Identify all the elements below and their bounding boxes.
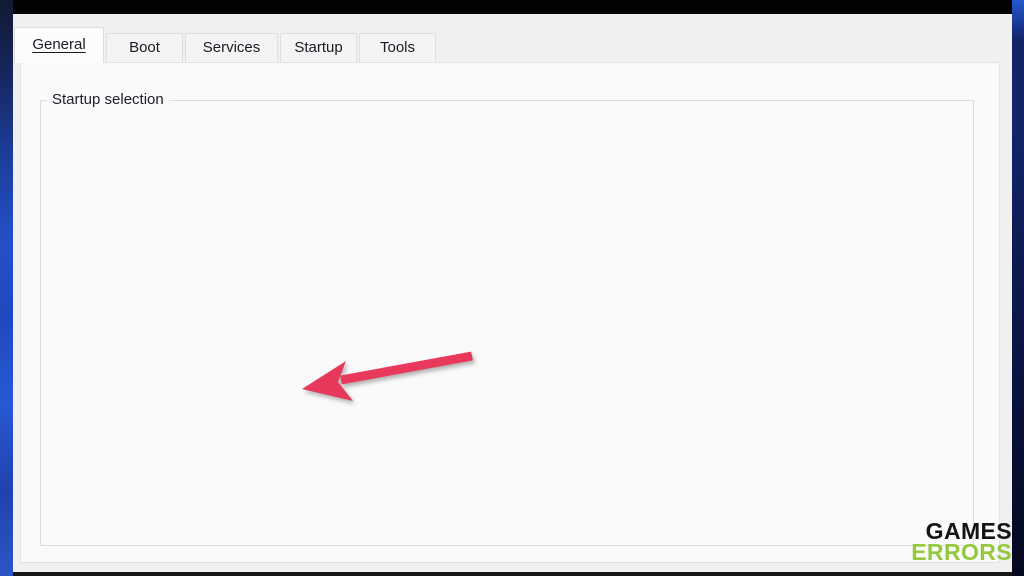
tab-general-label: General xyxy=(32,36,85,53)
tab-startup-label: Startup xyxy=(294,39,342,56)
desktop-background-left xyxy=(0,0,13,576)
tab-tools[interactable]: Tools xyxy=(359,33,436,62)
bottom-black-bar xyxy=(0,572,1024,576)
desktop-background-right xyxy=(1012,0,1024,576)
games-errors-watermark: GAMES ERRORS xyxy=(911,521,1012,563)
tab-services[interactable]: Services xyxy=(185,33,278,62)
top-black-bar xyxy=(0,0,1024,14)
tab-boot-label: Boot xyxy=(129,39,160,56)
startup-selection-group-label: Startup selection xyxy=(47,91,169,108)
tab-boot[interactable]: Boot xyxy=(106,33,183,62)
tab-general[interactable]: General xyxy=(14,27,104,63)
watermark-errors-text: ERRORS xyxy=(911,542,1012,563)
tab-startup[interactable]: Startup xyxy=(280,33,357,62)
tab-services-label: Services xyxy=(203,39,261,56)
tab-tools-label: Tools xyxy=(380,39,415,56)
startup-selection-groupbox: Startup selection xyxy=(40,100,974,546)
